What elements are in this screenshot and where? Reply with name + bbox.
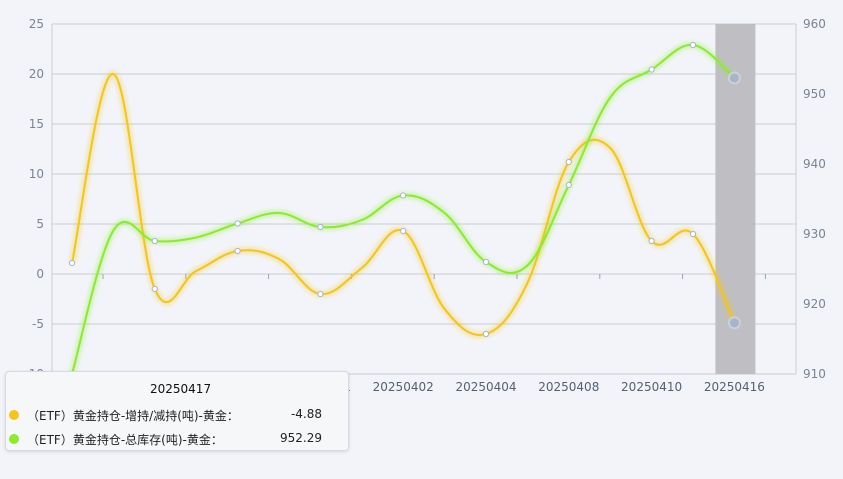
change-series-point <box>400 227 407 235</box>
y-left-tick-label: 0 <box>36 267 44 281</box>
tooltip-value: 952.29 <box>280 431 322 445</box>
tooltip-title: 20250417 <box>150 382 212 396</box>
total-series-point <box>689 41 697 49</box>
change-series-point <box>482 330 490 338</box>
tooltip-label: （ETF）黄金持仓-总库存(吨)-黄金： <box>27 433 223 447</box>
y-left-tick-label: 10 <box>29 167 44 181</box>
x-tick-label: 20250408 <box>538 380 599 394</box>
change-series-point <box>151 285 158 293</box>
y-right-tick-label: 960 <box>803 17 826 31</box>
change-series-point <box>317 290 324 298</box>
total-series-point <box>565 181 572 189</box>
x-tick-label: 20250416 <box>704 380 765 394</box>
total-series-point <box>234 220 241 227</box>
x-tick-label: 20250410 <box>621 380 682 394</box>
y-right-tick-label: 930 <box>803 227 826 241</box>
tooltip-label: （ETF）黄金持仓-增持/减持(吨)-黄金： <box>27 409 239 423</box>
change-series-point <box>68 259 76 267</box>
tooltip: 20250417 （ETF）黄金持仓-增持/减持(吨)-黄金： -4.88 （E… <box>5 371 349 451</box>
change-series-point <box>689 230 697 238</box>
x-tick-label: 20250402 <box>373 380 434 394</box>
y-right-tick-label: 910 <box>803 367 826 381</box>
total-series-point-active <box>727 71 741 85</box>
total-series-point <box>482 258 490 266</box>
y-left-tick-label: 5 <box>36 217 44 231</box>
series-lines <box>69 41 738 375</box>
y-right-tick-label: 940 <box>803 157 826 171</box>
series-color-dot <box>9 434 19 444</box>
tooltip-row-total: （ETF）黄金持仓-总库存(吨)-黄金： 952.29 <box>6 431 348 447</box>
y-left-tick-label: 25 <box>29 17 44 31</box>
change-series-point <box>234 247 241 255</box>
tooltip-row-change: （ETF）黄金持仓-增持/减持(吨)-黄金： -4.88 <box>6 407 348 423</box>
tooltip-value: -4.88 <box>290 407 322 421</box>
change-series-point <box>648 237 655 245</box>
y-left-tick-label: 20 <box>29 67 44 81</box>
y-left-tick-label: -5 <box>32 317 44 331</box>
series-color-dot <box>9 410 19 420</box>
total-series-point <box>317 223 324 231</box>
y-right-tick-label: 920 <box>803 297 826 311</box>
total-series-point <box>648 66 655 73</box>
change-series-point-active <box>727 316 741 330</box>
x-tick-label: 20250404 <box>455 380 516 394</box>
total-series-point <box>400 192 407 199</box>
y-right-tick-label: 950 <box>803 87 826 101</box>
total-series-point <box>151 237 158 245</box>
change-series-point <box>565 158 572 166</box>
y-left-tick-label: 15 <box>29 117 44 131</box>
